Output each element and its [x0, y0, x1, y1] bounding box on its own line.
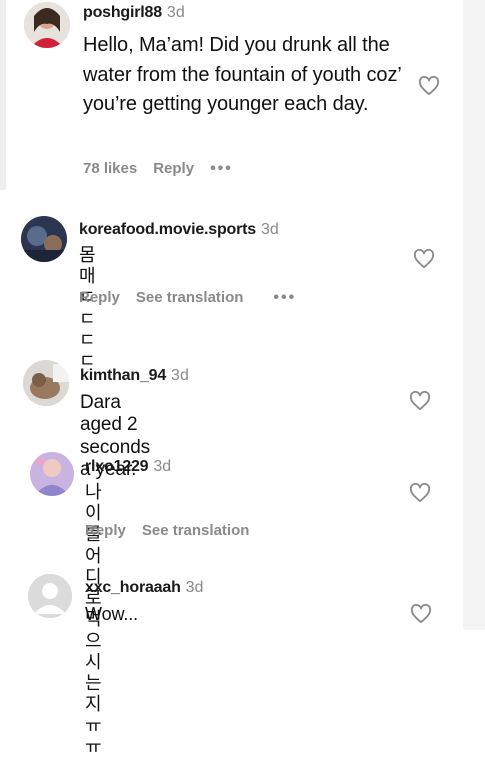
avatar-image [30, 452, 74, 496]
comment-header: koreafood.movie.sports 3d [79, 221, 279, 239]
comment-header: rlxo1229 3d [85, 458, 171, 476]
more-options-icon[interactable]: ••• [210, 160, 233, 177]
comment-actions: Reply See translation ••• [79, 289, 312, 307]
timestamp: 3d [153, 458, 172, 475]
avatar-image [24, 2, 70, 48]
username[interactable]: rlxo1229 [85, 458, 149, 475]
comment-actions: Reply See translation [85, 522, 265, 539]
timestamp: 3d [260, 221, 279, 238]
avatar-image [23, 360, 69, 406]
left-edge-strip [0, 0, 6, 190]
comment-header: poshgirl88 3d [83, 4, 185, 22]
username[interactable]: xxc_horaaah [85, 579, 181, 596]
heart-outline-icon[interactable] [409, 483, 431, 503]
right-edge-strip [463, 0, 485, 630]
timestamp: 3d [171, 367, 189, 384]
comment-text: 몸매 ㄷㄷㄷㄷ [79, 245, 96, 372]
comment-actions: 78 likes Reply ••• [83, 160, 249, 178]
comment-text: Hello, Ma’am! Did you drunk all the wate… [83, 34, 401, 115]
username[interactable]: kimthan_94 [80, 367, 166, 384]
avatar-image [21, 216, 67, 262]
username[interactable]: koreafood.movie.sports [79, 221, 256, 238]
default-avatar-icon [28, 574, 72, 618]
heart-outline-icon[interactable] [409, 391, 431, 411]
avatar[interactable] [28, 574, 72, 618]
comment-text: Wow... [85, 604, 139, 624]
comment-header: kimthan_94 3d [80, 367, 189, 385]
avatar[interactable] [30, 452, 74, 496]
avatar[interactable] [21, 216, 67, 262]
see-translation-link[interactable]: See translation [136, 289, 244, 306]
heart-outline-icon[interactable] [413, 249, 435, 269]
reply-button[interactable]: Reply [153, 160, 194, 177]
heart-outline-icon[interactable] [418, 76, 440, 96]
username[interactable]: poshgirl88 [83, 4, 162, 21]
more-options-icon[interactable]: ••• [273, 289, 296, 306]
comment-header: xxc_horaaah 3d [85, 579, 203, 597]
likes-count[interactable]: 78 likes [83, 160, 137, 177]
timestamp: 3d [185, 579, 204, 596]
reply-button[interactable]: Reply [85, 522, 126, 539]
avatar[interactable] [23, 360, 69, 406]
reply-button[interactable]: Reply [79, 289, 120, 306]
see-translation-link[interactable]: See translation [142, 522, 250, 539]
timestamp: 3d [166, 4, 185, 21]
heart-outline-icon[interactable] [410, 604, 432, 624]
avatar[interactable] [24, 2, 70, 48]
